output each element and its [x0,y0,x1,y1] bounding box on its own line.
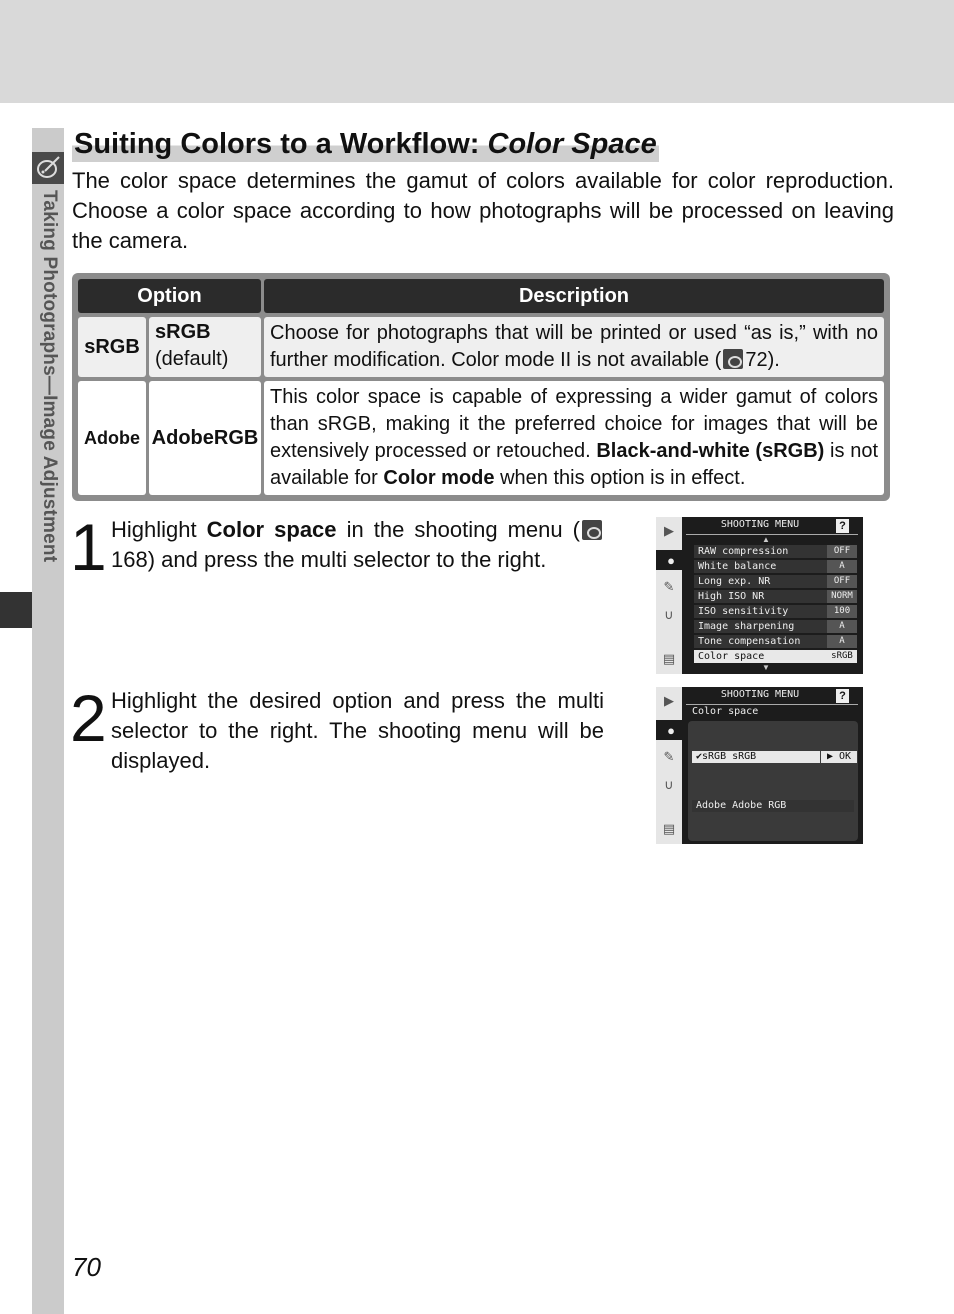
side-tab-marker [0,592,32,628]
side-tab-label: Taking Photographs—Image Adjustment [39,190,60,563]
pencil-icon: ✎ [663,579,675,594]
description-text: Choose for photographs that will be prin… [270,322,878,371]
step-1-number: 1 [70,510,107,584]
menu-item-value: 100 [827,605,857,618]
playback-icon: ▶ [664,523,674,538]
page-number: 70 [72,1252,101,1282]
step-bold: Color space [206,517,337,542]
palette-brush-icon [32,152,64,184]
header-description: Description [264,279,884,313]
playback-icon: ▶ [664,693,674,708]
menu-item: Long exp. NR OFF [694,575,857,588]
menu-item-label: Tone compensation [698,636,801,647]
menu-item: ISO sensitivity 100 [694,605,857,618]
menu-item-highlighted: Color space sRGB [694,650,857,663]
menu-item-label: Image sharpening [698,621,795,632]
menu-item: White balance A [694,560,857,573]
help-icon: ? [836,519,849,533]
help-icon: ? [836,689,849,703]
description-text: when this option is in effect. [494,467,746,489]
menu-item-label: Color space [698,651,765,662]
step-text: in the shooting menu ( [336,517,580,542]
row-adobe-icon-cell: Adobe [78,381,146,495]
camera-screen-color-space: ▶ ● ✎ ∪ ▤ SHOOTING MENU ? Color space ✔s… [656,687,863,844]
option-srgb: ✔sRGB sRGB [692,751,820,763]
scroll-down-icon: ▼ [762,663,770,672]
recent-settings-icon: ▤ [662,651,676,666]
row-srgb-icon-cell: sRGB [78,317,146,377]
row-adobe-option-cell: AdobeRGB [149,381,261,495]
menu-item-label: White balance [698,561,777,572]
step-2-number: 2 [70,681,107,755]
step-text: Highlight [111,517,207,542]
scroll-up-icon: ▲ [762,535,770,544]
divider [686,534,858,535]
menu-item-label: Long exp. NR [698,576,771,587]
divider [686,704,858,705]
camera-icon: ● [656,550,686,570]
menu-item-value: A [827,620,857,633]
menu-item: RAW compression OFF [694,545,857,558]
menu-item-label: RAW compression [698,546,789,557]
menu-title: SHOOTING MENU [720,689,800,700]
menu-item: Tone compensation A [694,635,857,648]
adobe-icon: Adobe [84,427,140,448]
pencil-icon: ✎ [663,749,675,764]
menu-item-label: ISO sensitivity [698,606,789,617]
recent-settings-icon: ▤ [662,821,676,836]
step-2-text: Highlight the desired option and press t… [111,688,604,773]
page-reference-icon [582,520,602,540]
section-title-text: Suiting Colors to a Workflow: [74,128,488,160]
section-title: Suiting Colors to a Workflow: Color Spac… [72,128,659,162]
ok-indicator: ▶ OK [821,751,857,763]
options-panel [688,721,858,841]
step-1-text: Highlight Color space in the shooting me… [111,515,604,575]
camera-icon: ● [656,720,686,740]
menu-item-value: A [827,560,857,573]
wrench-icon: ∪ [664,777,674,792]
menu-item-label: High ISO NR [698,591,765,602]
header-option: Option [78,279,261,313]
step-text: 168) and press the multi selector to the… [111,547,547,572]
option-name: AdobeRGB [151,426,259,449]
option-note: (default) [155,348,229,370]
wrench-icon: ∪ [664,607,674,622]
section-title-italic: Color Space [487,128,657,160]
options-table: Option Description sRGB sRGB (default) C… [72,273,890,501]
menu-item: Image sharpening A [694,620,857,633]
menu-item-value: A [827,635,857,648]
row-srgb-description: Choose for photographs that will be prin… [264,317,884,377]
description-bold: Color mode [383,467,495,489]
menu-title: SHOOTING MENU [720,519,800,530]
option-adobe-rgb: Adobe Adobe RGB [692,800,854,812]
camera-screen-shooting-menu: ▶ ● ✎ ∪ ▤ SHOOTING MENU ? ▲ RAW compress… [656,517,863,674]
description-text: 72). [745,349,780,371]
menu-item-value: OFF [827,575,857,588]
page-top-band [0,0,954,103]
menu-item-value: NORM [827,590,857,603]
description-bold: Black-and-white (sRGB) [596,440,825,462]
intro-paragraph: The color space determines the gamut of … [72,168,894,253]
menu-item: High ISO NR NORM [694,590,857,603]
menu-item-value: sRGB [827,650,857,663]
submenu-title: Color space [692,706,759,717]
option-name: sRGB [155,321,211,343]
row-adobe-description: This color space is capable of expressin… [264,381,884,495]
srgb-icon: sRGB [84,335,140,358]
page-reference-icon [723,349,744,369]
row-srgb-option-cell: sRGB (default) [149,317,261,377]
menu-item-value: OFF [827,545,857,558]
